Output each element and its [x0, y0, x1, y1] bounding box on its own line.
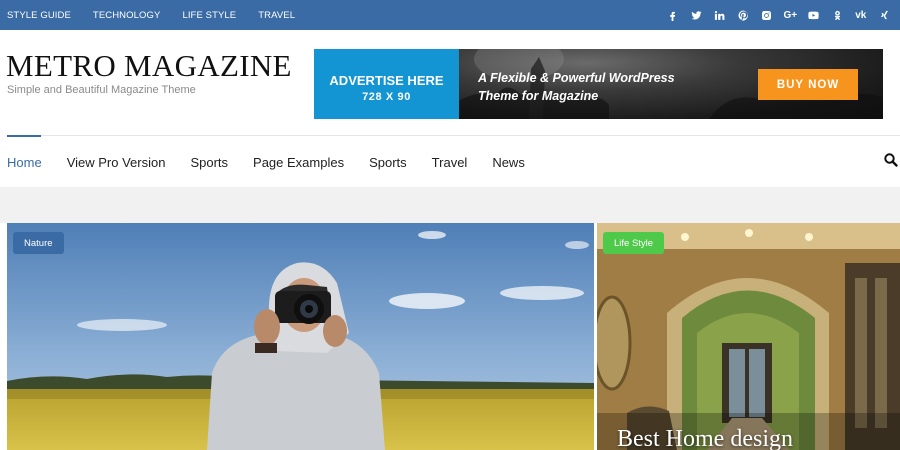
site-title[interactable]: METRO MAGAZINE: [6, 48, 292, 84]
nav-item-home[interactable]: Home: [7, 155, 42, 170]
photographer-photo: [7, 223, 594, 450]
ad-size: 728 X 90: [362, 91, 411, 103]
home-interior-photo: [597, 223, 900, 450]
xing-icon[interactable]: [873, 0, 897, 30]
instagram-icon[interactable]: [755, 0, 779, 30]
pinterest-icon[interactable]: [732, 0, 756, 30]
nav-item-news[interactable]: News: [492, 155, 525, 170]
ad-promo-line-1: A Flexible & Powerful WordPress: [478, 71, 675, 85]
nav-divider: [7, 135, 900, 136]
featured-post-life-style[interactable]: Life Style Best Home design: [597, 223, 900, 450]
ad-promo-text: A Flexible & Powerful WordPress Theme fo…: [478, 69, 675, 105]
main-navigation: Home View Pro Version Sports Page Exampl…: [7, 151, 550, 173]
youtube-icon[interactable]: [802, 0, 826, 30]
nav-item-view-pro-version[interactable]: View Pro Version: [67, 155, 166, 170]
site-tagline: Simple and Beautiful Magazine Theme: [7, 84, 196, 96]
linkedin-icon[interactable]: [708, 0, 732, 30]
top-nav-style-guide[interactable]: STYLE GUIDE: [7, 10, 71, 21]
social-links: G+ vk: [661, 0, 896, 30]
top-nav-travel[interactable]: TRAVEL: [258, 10, 295, 21]
vk-icon[interactable]: vk: [849, 0, 873, 30]
top-navigation: STYLE GUIDE TECHNOLOGY LIFE STYLE TRAVEL: [7, 0, 295, 30]
facebook-icon[interactable]: [661, 0, 685, 30]
buy-now-button[interactable]: BUY NOW: [758, 69, 858, 100]
twitter-icon[interactable]: [685, 0, 709, 30]
featured-post-nature[interactable]: Nature: [7, 223, 594, 450]
nav-active-indicator: [7, 135, 41, 137]
top-nav-technology[interactable]: TECHNOLOGY: [93, 10, 161, 21]
category-badge-life-style[interactable]: Life Style: [603, 232, 665, 254]
nav-item-page-examples[interactable]: Page Examples: [253, 155, 344, 170]
nav-item-travel[interactable]: Travel: [432, 155, 468, 170]
advertisement-banner[interactable]: ADVERTISE HERE 728 X 90 A Flexible & Pow…: [314, 49, 883, 119]
top-bar: STYLE GUIDE TECHNOLOGY LIFE STYLE TRAVEL…: [0, 0, 900, 30]
top-nav-life-style[interactable]: LIFE STYLE: [182, 10, 236, 21]
ad-headline: ADVERTISE HERE: [329, 73, 444, 88]
search-icon[interactable]: [883, 152, 899, 168]
odnoklassniki-icon[interactable]: [826, 0, 850, 30]
category-badge-nature[interactable]: Nature: [13, 232, 64, 254]
content-separator-band: [0, 187, 900, 223]
nav-item-sports-2[interactable]: Sports: [369, 155, 407, 170]
nav-item-sports[interactable]: Sports: [190, 155, 228, 170]
ad-placeholder-block: ADVERTISE HERE 728 X 90: [314, 49, 459, 119]
featured-post-title[interactable]: Best Home design: [617, 426, 793, 450]
ad-promo-line-2: Theme for Magazine: [478, 89, 599, 103]
google-plus-icon[interactable]: G+: [779, 0, 803, 30]
